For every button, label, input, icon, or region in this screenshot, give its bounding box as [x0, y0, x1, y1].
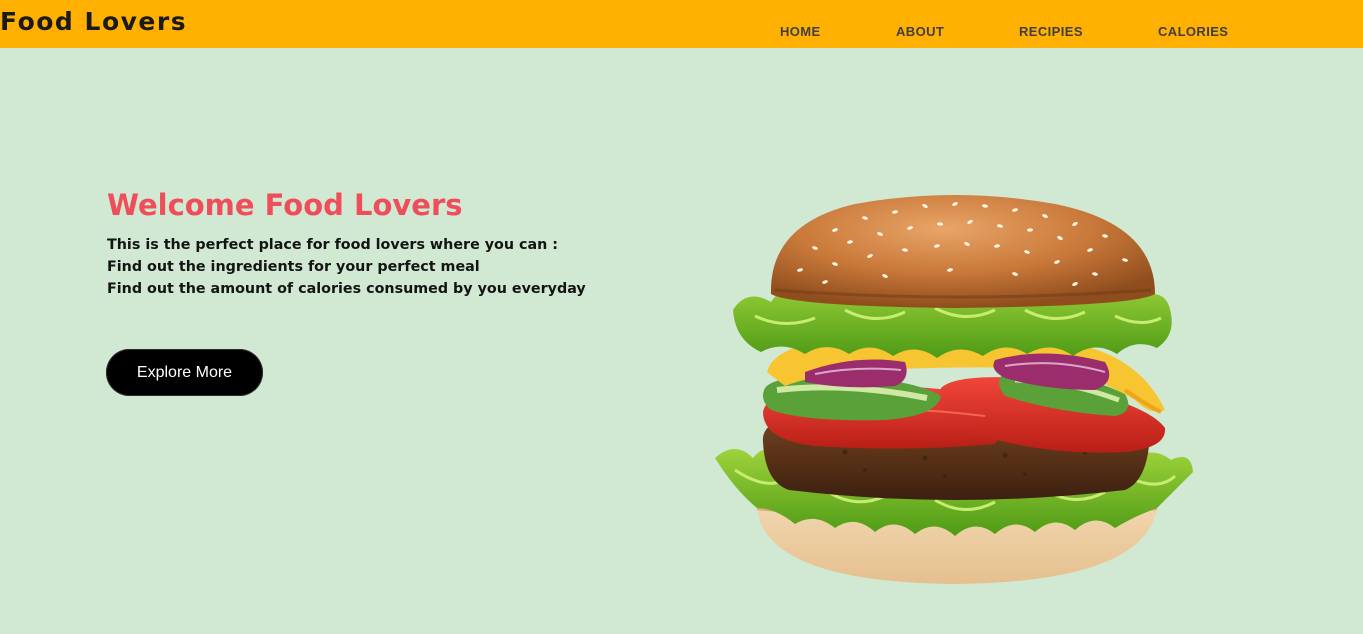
burger-image [715, 195, 1193, 584]
explore-more-button[interactable]: Explore More [106, 349, 263, 396]
nav-link-about[interactable]: ABOUT [896, 24, 944, 40]
brand-logo[interactable]: Food Lovers [0, 6, 187, 38]
hero-text-line: Find out the ingredients for your perfec… [107, 259, 480, 275]
nav-link-recipes[interactable]: RECIPIES [1019, 24, 1083, 40]
hero-text-line: This is the perfect place for food lover… [107, 237, 559, 253]
nav-link-home[interactable]: HOME [780, 24, 821, 40]
navbar: Food Lovers HOME ABOUT RECIPIES CALORIES [0, 0, 1363, 48]
hero-text-line: Find out the amount of calories consumed… [107, 281, 586, 297]
nav-link-calories[interactable]: CALORIES [1158, 24, 1228, 40]
hero-title: Welcome Food Lovers [107, 188, 463, 222]
